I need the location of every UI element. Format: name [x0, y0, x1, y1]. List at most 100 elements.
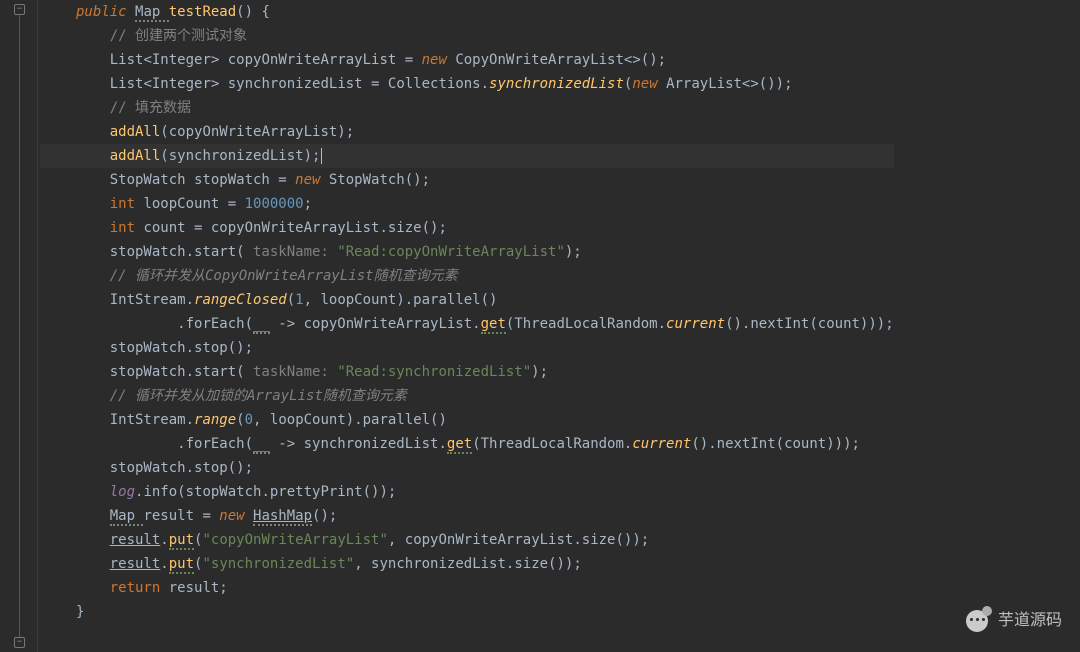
- code-token: loopCount =: [143, 196, 244, 212]
- code-token: , loopCount).parallel(): [304, 292, 498, 308]
- code-token: IntStream.: [110, 292, 194, 308]
- code-line[interactable]: stopWatch.start( taskName: "Read:copyOnW…: [40, 240, 894, 264]
- code-token: stopWatch.stop();: [110, 460, 253, 476]
- code-token: ();: [312, 508, 337, 524]
- fold-toggle-bottom-icon[interactable]: −: [14, 637, 25, 648]
- code-line[interactable]: }: [40, 600, 894, 624]
- watermark-text: 芋道源码: [998, 609, 1062, 633]
- code-token: get: [447, 436, 472, 454]
- code-token: stopWatch.start(: [110, 244, 245, 260]
- code-token: int: [110, 196, 144, 212]
- code-token: result;: [169, 580, 228, 596]
- code-line[interactable]: int count = copyOnWriteArrayList.size();: [40, 216, 894, 240]
- code-editor[interactable]: public Map testRead() { // 创建两个测试对象 List…: [38, 0, 894, 624]
- code-token: () {: [236, 4, 270, 20]
- code-token: }: [76, 604, 84, 620]
- code-token: Integer: [152, 52, 211, 68]
- code-line[interactable]: log.info(stopWatch.prettyPrint());: [40, 480, 894, 504]
- code-line[interactable]: .forEach(__ -> synchronizedList.get(Thre…: [40, 432, 894, 456]
- code-token: (ThreadLocalRandom.: [506, 316, 666, 332]
- code-token: return: [110, 580, 169, 596]
- code-token: <>());: [742, 76, 793, 92]
- code-token: addAll: [110, 124, 161, 140]
- code-token: IntStream.: [110, 412, 194, 428]
- code-token: taskName:: [245, 364, 338, 380]
- code-line[interactable]: result.put("synchronizedList", synchroni…: [40, 552, 894, 576]
- code-token: .info(stopWatch.prettyPrint());: [135, 484, 396, 500]
- code-token: ().nextInt(count)));: [691, 436, 860, 452]
- code-line[interactable]: // 填充数据: [40, 96, 894, 120]
- code-line[interactable]: return result;: [40, 576, 894, 600]
- editor-gutter: − −: [0, 0, 38, 652]
- code-token: 1000000: [245, 196, 304, 212]
- code-line[interactable]: Map result = new HashMap();: [40, 504, 894, 528]
- code-token: 0: [245, 412, 253, 428]
- code-token: .: [160, 556, 168, 572]
- code-token: new: [295, 172, 329, 188]
- code-token: int: [110, 220, 144, 236]
- code-line[interactable]: addAll(synchronizedList);: [40, 144, 894, 168]
- code-line[interactable]: IntStream.rangeClosed(1, loopCount).para…: [40, 288, 894, 312]
- code-token: Integer: [152, 76, 211, 92]
- code-line[interactable]: // 循环并发从加锁的ArrayList随机查询元素: [40, 384, 894, 408]
- code-line[interactable]: StopWatch stopWatch = new StopWatch();: [40, 168, 894, 192]
- code-token: (copyOnWriteArrayList);: [160, 124, 354, 140]
- code-line[interactable]: stopWatch.stop();: [40, 336, 894, 360]
- code-line[interactable]: stopWatch.stop();: [40, 456, 894, 480]
- code-token: 1: [295, 292, 303, 308]
- code-line[interactable]: List<Integer> copyOnWriteArrayList = new…: [40, 48, 894, 72]
- code-token: "Read:synchronizedList": [337, 364, 531, 380]
- code-token: .: [160, 532, 168, 548]
- code-line[interactable]: .forEach(__ -> copyOnWriteArrayList.get(…: [40, 312, 894, 336]
- code-line[interactable]: // 创建两个测试对象: [40, 24, 894, 48]
- code-token: Map: [135, 4, 169, 22]
- code-line[interactable]: result.put("copyOnWriteArrayList", copyO…: [40, 528, 894, 552]
- code-line[interactable]: // 循环并发从CopyOnWriteArrayList随机查询元素: [40, 264, 894, 288]
- code-line[interactable]: List<Integer> synchronizedList = Collect…: [40, 72, 894, 96]
- code-line[interactable]: int loopCount = 1000000;: [40, 192, 894, 216]
- code-token: > synchronizedList = Collections.: [211, 76, 489, 92]
- code-token: put: [169, 532, 194, 550]
- code-token: -> copyOnWriteArrayList.: [270, 316, 481, 332]
- watermark: 芋道源码: [964, 608, 1062, 634]
- code-token: .forEach(: [177, 436, 253, 452]
- code-token: Map: [110, 508, 144, 526]
- code-line[interactable]: public Map testRead() {: [40, 0, 894, 24]
- code-token: CopyOnWriteArrayList: [455, 52, 624, 68]
- code-token: List: [110, 52, 144, 68]
- code-token: // 填充数据: [110, 100, 191, 116]
- code-token: (: [236, 412, 244, 428]
- code-token: , loopCount).parallel(): [253, 412, 447, 428]
- code-line[interactable]: addAll(copyOnWriteArrayList);: [40, 120, 894, 144]
- code-token: result: [110, 556, 161, 572]
- code-token: rangeClosed: [194, 292, 287, 308]
- code-token: addAll: [110, 148, 161, 164]
- code-token: result =: [143, 508, 219, 524]
- code-token: , synchronizedList.size());: [354, 556, 582, 572]
- code-token: __: [253, 436, 270, 454]
- code-token: get: [481, 316, 506, 334]
- code-token: HashMap: [253, 508, 312, 526]
- code-token: new: [219, 508, 253, 524]
- code-token: (ThreadLocalRandom.: [472, 436, 632, 452]
- fold-toggle-top-icon[interactable]: −: [14, 4, 25, 15]
- code-token: .forEach(: [177, 316, 253, 332]
- code-token: new: [632, 76, 666, 92]
- code-token: current: [632, 436, 691, 452]
- code-token: // 创建两个测试对象: [110, 28, 247, 44]
- code-token: stopWatch.stop();: [110, 340, 253, 356]
- code-token: ().nextInt(count)));: [725, 316, 894, 332]
- code-line[interactable]: stopWatch.start( taskName: "Read:synchro…: [40, 360, 894, 384]
- code-token: (: [287, 292, 295, 308]
- code-token: new: [422, 52, 456, 68]
- code-token: ;: [304, 196, 312, 212]
- code-token: "Read:copyOnWriteArrayList": [337, 244, 565, 260]
- code-token: ArrayList: [666, 76, 742, 92]
- code-token: current: [666, 316, 725, 332]
- code-line[interactable]: IntStream.range(0, loopCount).parallel(): [40, 408, 894, 432]
- code-token: stopWatch.start(: [110, 364, 245, 380]
- code-token: "copyOnWriteArrayList": [202, 532, 387, 548]
- code-token: [321, 148, 322, 164]
- code-token: testRead: [169, 4, 236, 20]
- code-token: "synchronizedList": [202, 556, 354, 572]
